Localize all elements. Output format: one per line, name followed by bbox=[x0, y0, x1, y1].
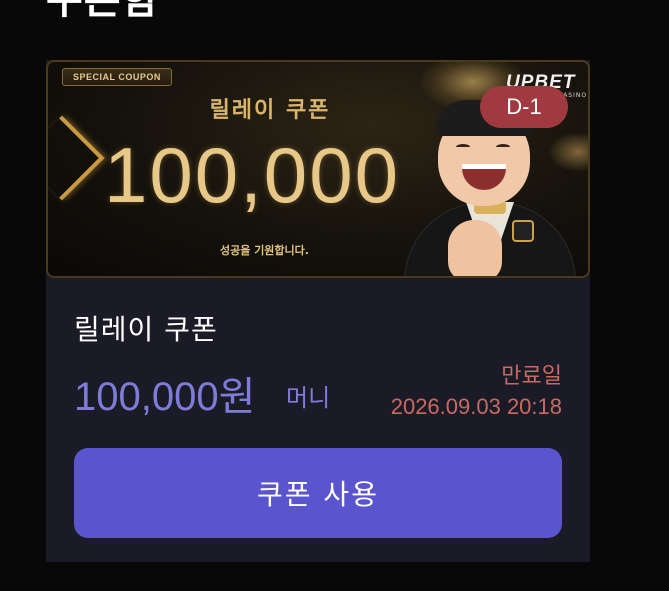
coupon-name: 릴레이 쿠폰 bbox=[74, 313, 218, 346]
mascot-eye bbox=[496, 144, 510, 150]
banner-subtitle: 릴레이 쿠폰 bbox=[209, 98, 331, 123]
expire-label: 만료일 bbox=[501, 364, 562, 389]
coupon-banner: SPECIAL COUPON 릴레이 쿠폰 100,000 성공을 기원합니다.… bbox=[46, 60, 590, 278]
banner-amount: 100,000 bbox=[104, 131, 400, 219]
chevron-right-icon bbox=[48, 115, 105, 201]
mascot-hands bbox=[448, 220, 502, 276]
coupon-amount: 100,000원 bbox=[74, 375, 256, 419]
coupon-unit: 머니 bbox=[286, 384, 331, 412]
mascot-emblem bbox=[512, 220, 534, 242]
dday-badge: D-1 bbox=[480, 86, 568, 128]
page-title: 쿠폰함 bbox=[46, 0, 160, 23]
special-coupon-tag: SPECIAL COUPON bbox=[62, 68, 172, 86]
banner-wish-text: 성공을 기원합니다. bbox=[220, 244, 309, 257]
use-coupon-button[interactable]: 쿠폰 사용 bbox=[74, 448, 562, 538]
mascot-eye bbox=[456, 144, 470, 150]
expire-date: 2026.09.03 20:18 bbox=[390, 394, 562, 419]
coupon-page: 쿠폰함 SPECIAL COUPON 릴레이 쿠폰 100,000 성공을 기원… bbox=[0, 0, 669, 591]
coupon-card: SPECIAL COUPON 릴레이 쿠폰 100,000 성공을 기원합니다.… bbox=[46, 60, 590, 562]
